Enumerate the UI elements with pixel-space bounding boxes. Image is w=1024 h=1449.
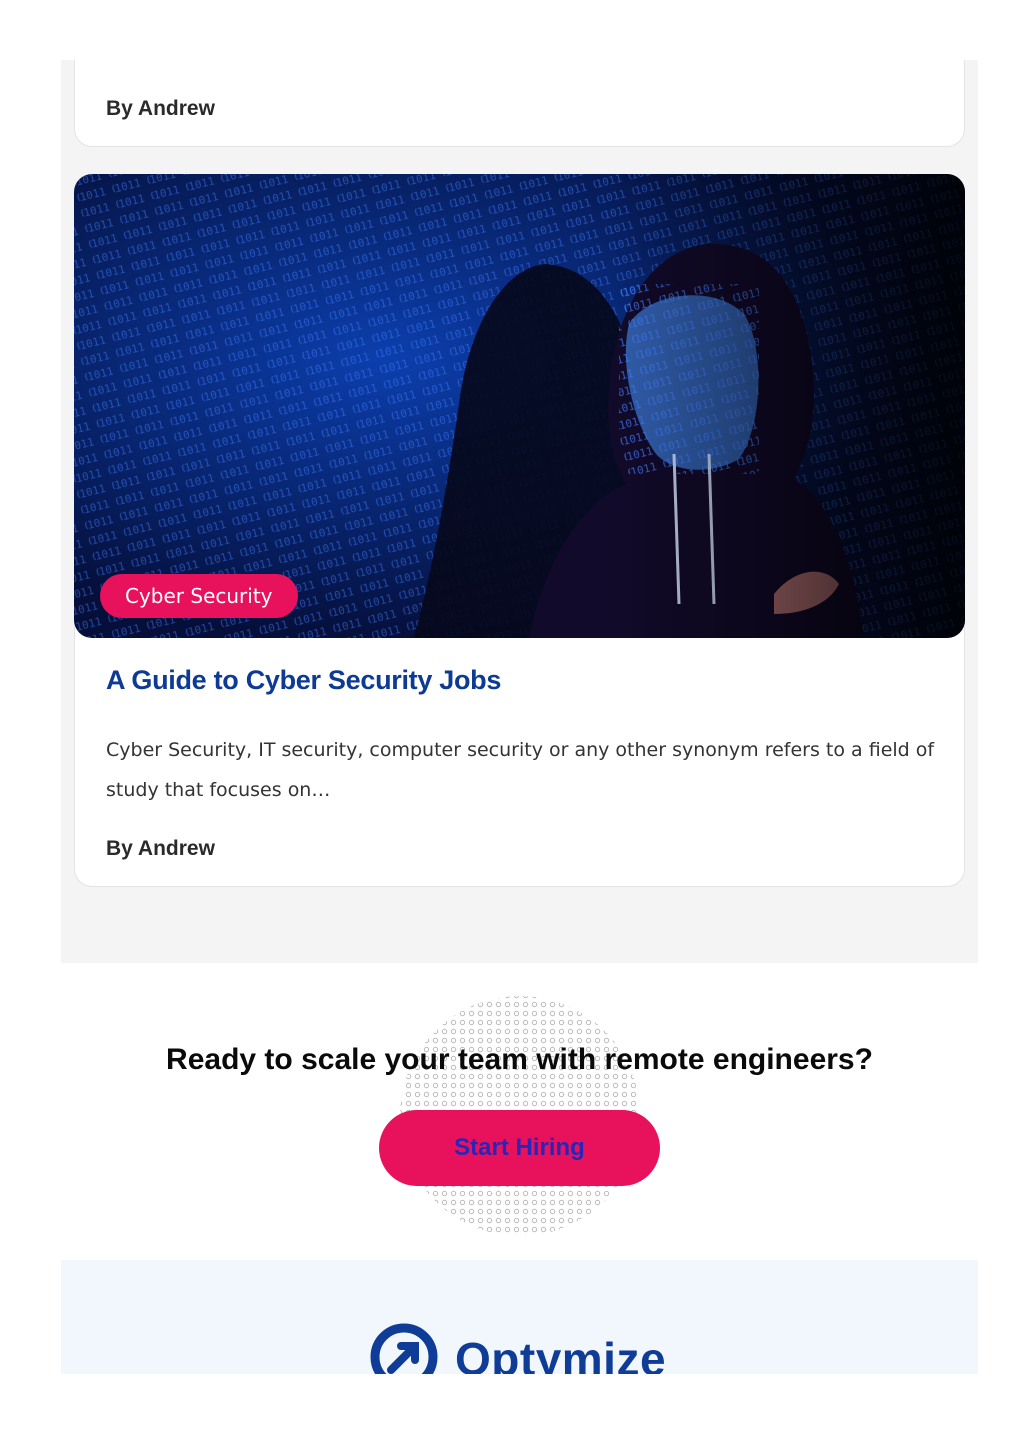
post-image[interactable]: 1011 0	[74, 174, 965, 638]
brand-wordmark[interactable]: Optymize	[455, 1332, 666, 1374]
start-hiring-button[interactable]: Start Hiring	[379, 1110, 660, 1186]
author-byline: By Andrew	[106, 837, 215, 860]
post-excerpt: Cyber Security, IT security, computer se…	[106, 739, 935, 801]
post-title[interactable]: A Guide to Cyber Security Jobs	[106, 665, 501, 696]
optymize-logo-icon[interactable]	[369, 1322, 439, 1374]
blog-card[interactable]: 1011 0 Cyber Security A Guid	[74, 174, 965, 887]
hiring-cta-section: Ready to scale your team with remote eng…	[0, 963, 1024, 1260]
author-byline: By Andrew	[106, 97, 215, 120]
cta-heading: Ready to scale your team with remote eng…	[166, 1043, 873, 1076]
category-badge[interactable]: Cyber Security	[100, 574, 298, 618]
footer: Optymize	[61, 1260, 978, 1374]
blog-section: By Andrew 1011 0	[61, 60, 978, 963]
previous-blog-card[interactable]: By Andrew	[74, 60, 965, 147]
